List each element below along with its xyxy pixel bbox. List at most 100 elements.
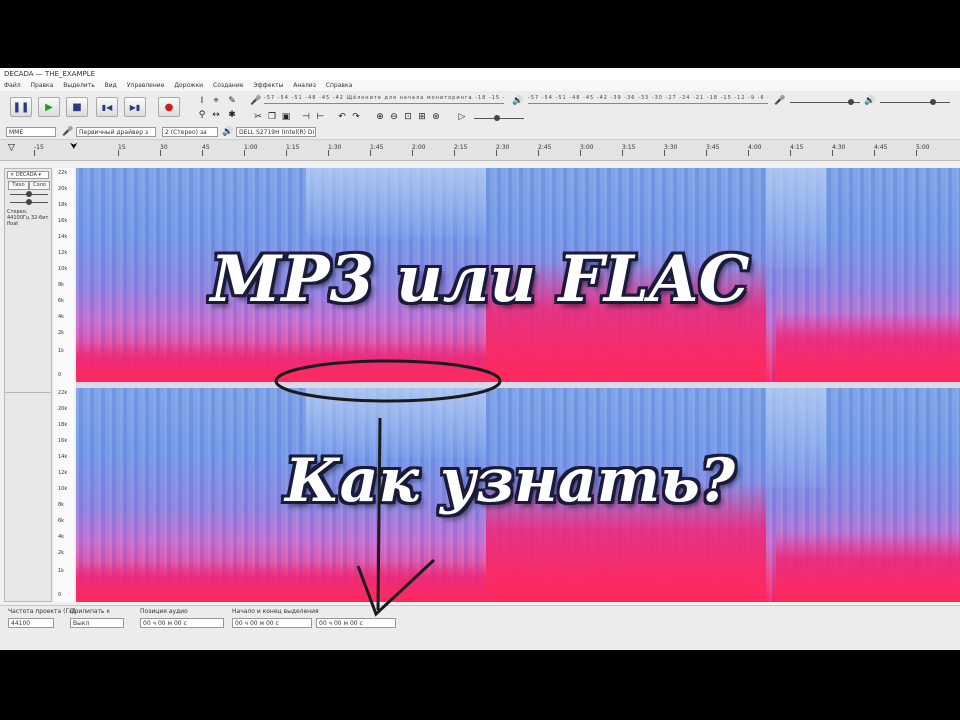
copy-icon[interactable]: ❐ xyxy=(266,111,278,123)
audio-position-field[interactable]: 00 ч 00 м 00 с xyxy=(140,618,224,628)
undo-icon[interactable]: ↶ xyxy=(336,111,348,123)
menu-analyze[interactable]: Анализ xyxy=(293,82,316,89)
silence-icon[interactable]: ⊢ xyxy=(314,111,326,123)
ruler-tick: 2:30 xyxy=(496,144,510,156)
host-select[interactable]: MME xyxy=(6,127,56,137)
pause-icon: ❚❚ xyxy=(12,101,30,113)
scale-label: 22k xyxy=(58,170,68,176)
play-button[interactable]: ▶ xyxy=(38,97,60,117)
timeline-ruler[interactable]: ▽ ⮟ -15 15 30 45 1:00 1:15 1:30 1:45 2:0… xyxy=(0,140,960,161)
frequency-scale: 22k 20k 18k 16k 14k 12k 10k 8k 6k 4k 2k … xyxy=(54,168,74,602)
window-title: DECADA — THE_EXAMPLE xyxy=(0,68,960,80)
zoom-in-icon[interactable]: ⊕ xyxy=(374,111,386,123)
menu-file[interactable]: Файл xyxy=(4,82,21,89)
menu-generate[interactable]: Создание xyxy=(213,82,243,89)
paste-icon[interactable]: ▣ xyxy=(280,111,292,123)
snap-label: Прилипать к xyxy=(70,608,111,615)
cut-icon[interactable]: ✂ xyxy=(252,111,264,123)
menu-bar: Файл Правка Выделить Вид Управление Доро… xyxy=(0,80,960,91)
selection-start-field[interactable]: 00 ч 00 м 00 с xyxy=(232,618,312,628)
speaker-icon: 🔊 xyxy=(222,127,234,137)
audio-position-label: Позиция аудио xyxy=(140,608,188,615)
ruler-tick: 1:30 xyxy=(328,144,342,156)
menu-help[interactable]: Справка xyxy=(326,82,352,89)
zoom-toggle-icon[interactable]: ⊛ xyxy=(430,111,442,123)
selection-end-field[interactable]: 00 ч 00 м 00 с xyxy=(316,618,396,628)
mic-volume-icon: 🎤 xyxy=(774,96,786,106)
ruler-tick: 2:00 xyxy=(412,144,426,156)
playhead-icon[interactable]: ⮟ xyxy=(70,142,78,152)
close-icon[interactable]: × xyxy=(10,172,14,178)
record-icon: ● xyxy=(164,101,174,113)
project-rate-select[interactable]: 44100 xyxy=(8,618,54,628)
selection-range-label: Начало и конец выделения xyxy=(232,608,319,615)
device-toolbar: MME 🎤 Первичный драйвер з 2 (Стерео) за … xyxy=(0,125,960,140)
play-icon: ▶ xyxy=(45,101,53,113)
zoom-out-icon[interactable]: ⊖ xyxy=(388,111,400,123)
chevron-down-icon: ▾ xyxy=(38,172,42,178)
draw-tool-icon[interactable]: ✎ xyxy=(226,95,238,107)
ruler-tick: 3:30 xyxy=(664,144,678,156)
track-name-menu[interactable]: × DECADA ▾ xyxy=(7,171,49,179)
output-device-select[interactable]: DELL S2719H (Intel(R) Di xyxy=(236,127,316,137)
scale-label: 1k xyxy=(58,568,65,574)
zoom-tool-icon[interactable]: ⚲ xyxy=(196,109,208,121)
ruler-tick: 45 xyxy=(202,144,210,156)
timeshift-tool-icon[interactable]: ↔ xyxy=(210,109,222,121)
record-button[interactable]: ● xyxy=(158,97,180,117)
play-at-speed-icon[interactable]: ▷ xyxy=(456,111,468,123)
menu-edit[interactable]: Правка xyxy=(31,82,54,89)
record-volume-slider[interactable] xyxy=(790,99,860,105)
gain-slider[interactable] xyxy=(10,191,48,197)
menu-tracks[interactable]: Дорожки xyxy=(174,82,203,89)
selection-tool-icon[interactable]: I xyxy=(196,95,208,107)
menu-effects[interactable]: Эффекты xyxy=(253,82,283,89)
ruler-tick: 15 xyxy=(118,144,126,156)
input-device-select[interactable]: Первичный драйвер з xyxy=(76,127,156,137)
ruler-tick: 30 xyxy=(160,144,168,156)
track-info: Стерео, 44100Гц 32-бит float xyxy=(7,209,49,227)
redo-icon[interactable]: ↷ xyxy=(350,111,362,123)
play-speed-slider[interactable] xyxy=(474,115,524,121)
mute-button[interactable]: Тихо xyxy=(8,181,29,190)
menu-view[interactable]: Вид xyxy=(105,82,117,89)
channel-divider xyxy=(5,392,51,393)
ruler-tick: 5:00 xyxy=(916,144,930,156)
fit-selection-icon[interactable]: ⊡ xyxy=(402,111,414,123)
multi-tool-icon[interactable]: ✱ xyxy=(226,109,238,121)
scale-label: 16k xyxy=(58,218,68,224)
solo-button[interactable]: Соло xyxy=(29,181,50,190)
scale-label: 2k xyxy=(58,330,65,336)
snap-select[interactable]: Выкл xyxy=(70,618,124,628)
channels-select[interactable]: 2 (Стерео) за xyxy=(162,127,218,137)
playback-volume-slider[interactable] xyxy=(880,99,950,105)
stop-button[interactable]: ■ xyxy=(66,97,88,117)
ruler-tick: 4:30 xyxy=(832,144,846,156)
timeline-options-icon[interactable]: ▽ xyxy=(8,143,15,153)
ruler-tick: 1:45 xyxy=(370,144,384,156)
playback-meter[interactable]: -57 -54 -51 -48 -45 -42 -39 -36 -33 -30 … xyxy=(528,95,768,104)
ruler-tick: 2:15 xyxy=(454,144,468,156)
envelope-tool-icon[interactable]: ⌖ xyxy=(210,95,222,107)
ruler-tick: 4:00 xyxy=(748,144,762,156)
skip-end-button[interactable]: ▶▮ xyxy=(124,97,146,117)
fit-project-icon[interactable]: ⊞ xyxy=(416,111,428,123)
scale-label: 4k xyxy=(58,534,65,540)
menu-transport[interactable]: Управление xyxy=(127,82,165,89)
skip-start-button[interactable]: ▮◀ xyxy=(96,97,118,117)
ruler-tick: 1:15 xyxy=(286,144,300,156)
scale-label: 18k xyxy=(58,422,68,428)
selection-toolbar: Частота проекта (Гц) 44100 Прилипать к В… xyxy=(0,605,960,650)
skip-end-icon: ▶▮ xyxy=(129,102,141,112)
pause-button[interactable]: ❚❚ xyxy=(10,97,32,117)
record-meter[interactable]: -57 -54 -51 -48 -45 -42 Щёлкните для нач… xyxy=(264,95,504,104)
trim-icon[interactable]: ⊣ xyxy=(300,111,312,123)
menu-select[interactable]: Выделить xyxy=(63,82,94,89)
ruler-tick: 2:45 xyxy=(538,144,552,156)
pan-slider[interactable] xyxy=(10,199,48,205)
scale-label: 0 xyxy=(58,592,62,598)
ruler-tick: 3:45 xyxy=(706,144,720,156)
project-rate-label: Частота проекта (Гц) xyxy=(8,608,76,615)
speaker-volume-icon: 🔊 xyxy=(864,96,876,106)
microphone-icon: 🎤 xyxy=(62,127,74,137)
